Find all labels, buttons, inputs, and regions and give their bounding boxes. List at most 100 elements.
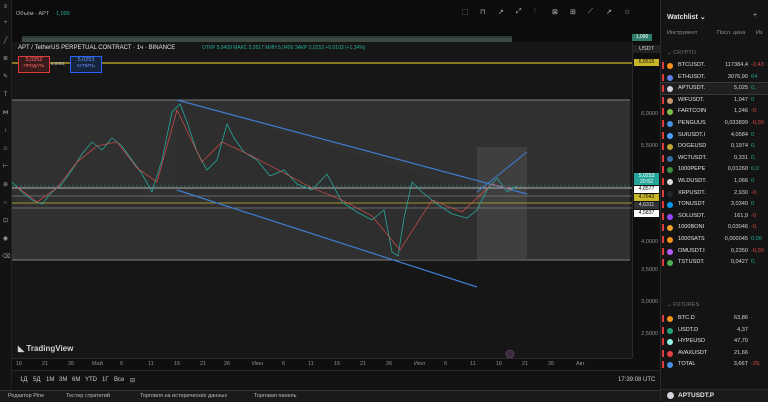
utc-clock[interactable]: 17:39:08 UTC (618, 377, 655, 383)
red-flag-icon[interactable] (662, 73, 664, 81)
date-range-icon[interactable]: ⊟ (130, 377, 135, 384)
pattern-icon[interactable]: ⋈ (2, 110, 9, 117)
red-flag-icon[interactable] (662, 338, 664, 346)
watchlist-row[interactable]: ETHUSDT. 3076,90 64 (661, 72, 768, 83)
price-range-icon[interactable]: ⊞ (570, 8, 576, 16)
watchlist-row[interactable]: USDT.D 4,37 (661, 325, 768, 336)
watchlist-row[interactable]: BTCUSDT. 117384,4 -2,43 (661, 60, 768, 71)
section-crypto[interactable]: ⌄ CRYPTO (667, 50, 696, 56)
currency-selector[interactable]: USDT (633, 45, 660, 53)
forecast-icon[interactable]: ⤢ (516, 8, 522, 16)
watchlist-row[interactable]: WLDUSDT. 1,066 0 (661, 176, 768, 187)
red-flag-icon[interactable] (662, 131, 664, 139)
red-flag-icon[interactable] (662, 349, 664, 357)
range-3m[interactable]: 3М (59, 377, 67, 383)
range-all[interactable]: Все (114, 377, 124, 383)
watchlist-row[interactable]: HYPEUSD 47,70 (661, 336, 768, 347)
icons-icon[interactable]: ☺ (2, 146, 9, 153)
text-icon[interactable]: T (2, 92, 9, 99)
red-flag-icon[interactable] (662, 154, 664, 162)
buy-button[interactable]: 5,0253 КУПИТЬ (70, 56, 102, 73)
crosshair-icon[interactable]: + (2, 20, 9, 27)
trash-icon[interactable]: ⌫ (2, 254, 10, 261)
red-flag-icon[interactable] (662, 224, 664, 232)
col-change[interactable]: Из (756, 30, 762, 36)
watchlist-row[interactable]: AVAXUSDT 21,66 (661, 348, 768, 359)
date-range-icon[interactable]: ⊠ (552, 8, 558, 16)
lock-icon[interactable]: ⊡ (2, 218, 9, 225)
watchlist-row[interactable]: SUIUSDT.I 4,0584 0 (661, 130, 768, 141)
watchlist-row[interactable]: 1000PEPE 0,01260 0,0 (661, 164, 768, 175)
range-5d[interactable]: 5Д (33, 377, 40, 383)
symbol-title[interactable]: APT / TetherUS PERPETUAL CONTRACT · 1ч ·… (18, 45, 175, 51)
watchlist-row[interactable]: TSTUSDT. 0,0427 0, (661, 257, 768, 268)
red-flag-icon[interactable] (662, 189, 664, 197)
star-icon[interactable]: ☆ (624, 8, 630, 16)
red-flag-icon[interactable] (662, 247, 664, 255)
red-flag-icon[interactable] (662, 143, 664, 151)
line-icon[interactable]: ⟋ (588, 8, 593, 16)
add-symbol-icon[interactable]: + (753, 12, 757, 19)
arrow-icon[interactable]: ↗ (606, 8, 612, 16)
long-position-icon[interactable]: ⊓ (480, 8, 485, 16)
col-price[interactable]: Посл. цена (717, 30, 745, 36)
watchlist-row[interactable]: 1000BONI 0,03046 -0, (661, 222, 768, 233)
watchlist-row[interactable]: DOGEUSD 0,1974 0, (661, 141, 768, 152)
main-chart[interactable]: APT / TetherUS PERPETUAL CONTRACT · 1ч ·… (12, 42, 632, 358)
brush-icon[interactable]: ✎ (2, 74, 9, 81)
red-flag-icon[interactable] (662, 236, 664, 243)
watchlist-row[interactable]: SOLUSDT. 161,9 -0 (661, 211, 768, 222)
tab-trading-panel[interactable]: Торговая панель (254, 393, 296, 399)
red-flag-icon[interactable] (662, 201, 664, 209)
watchlist-row[interactable]: 1000SATS 0,000045 0,00 (661, 234, 768, 245)
red-flag-icon[interactable] (662, 166, 664, 174)
magnet-icon[interactable]: ∩ (2, 200, 9, 207)
ruler-icon[interactable]: ⊢ (2, 164, 9, 171)
eye-icon[interactable]: ◉ (2, 236, 9, 243)
watchlist-row[interactable]: BTC.D 63,86- (661, 313, 768, 324)
red-flag-icon[interactable] (662, 361, 664, 369)
watchlist-row[interactable]: PENGUUS 0,033899 -0,00 (661, 118, 768, 129)
watchlist-row[interactable]: FARTCOIN 1,246 -0, (661, 106, 768, 117)
section-futures[interactable]: ⌄ FUTURES (667, 302, 699, 308)
range-ytd[interactable]: YTD (85, 377, 97, 383)
tab-replay-trading[interactable]: Торговля на исторических данных (140, 393, 227, 399)
red-flag-icon[interactable] (662, 259, 664, 267)
zoom-icon[interactable]: ⊕ (2, 182, 9, 189)
watchlist-row[interactable]: TONUSDT 3,0340 0 (661, 199, 768, 210)
range-1y[interactable]: 1Г (102, 377, 109, 383)
red-flag-icon[interactable] (662, 315, 664, 322)
red-flag-icon[interactable] (662, 96, 664, 104)
range-1m[interactable]: 1М (46, 377, 54, 383)
red-flag-icon[interactable] (662, 108, 664, 116)
red-flag-icon[interactable] (662, 212, 664, 220)
col-symbol[interactable]: Инструмент (667, 30, 697, 36)
red-flag-icon[interactable] (662, 62, 664, 69)
bars-pattern-icon[interactable]: ⫶ (534, 8, 536, 16)
chart-canvas[interactable] (12, 42, 632, 358)
red-flag-icon[interactable] (662, 326, 664, 334)
sell-button[interactable]: 5,0252 ПРОДАТЬ (18, 56, 50, 73)
prediction-icon[interactable]: ↕ (2, 128, 9, 135)
watchlist-row[interactable]: APTUSDT. 5,025 0, (660, 82, 768, 96)
watchlist-row[interactable]: OMUSDT.I 0,2350 -0,00 (661, 246, 768, 257)
price-axis[interactable]: USDT 6,0000 5,5000 3,5000 3,0000 2,5000 … (632, 42, 661, 358)
red-flag-icon[interactable] (662, 178, 664, 185)
range-6m[interactable]: 6М (72, 377, 80, 383)
symbol-details[interactable]: APTUSDT.P (661, 389, 768, 402)
watchlist-row[interactable]: XRPUSDT. 2,930 -0, (661, 188, 768, 199)
red-flag-icon[interactable] (662, 85, 664, 93)
short-position-icon[interactable]: ↗ (498, 8, 504, 16)
watchlist-row[interactable]: WIFUSDT. 1,047 0 (661, 95, 768, 106)
select-icon[interactable]: ⬚ (462, 8, 469, 16)
range-1d[interactable]: 1Д (20, 377, 27, 383)
red-flag-icon[interactable] (662, 120, 664, 127)
watchlist-row[interactable]: WCTUSDT. 0,331 0, (661, 153, 768, 164)
menu-icon[interactable]: ≡ (2, 4, 9, 11)
tab-pine-editor[interactable]: Редактор Pine (8, 393, 44, 399)
fib-icon[interactable]: ≣ (2, 56, 9, 63)
trendline-icon[interactable]: ╱ (2, 38, 9, 45)
watchlist-row[interactable]: TOTAL 3,66T -29, (661, 359, 768, 370)
watchlist-title[interactable]: Watchlist ⌄ (667, 13, 706, 21)
tab-strategy-tester[interactable]: Тестер стратегий (66, 393, 110, 399)
